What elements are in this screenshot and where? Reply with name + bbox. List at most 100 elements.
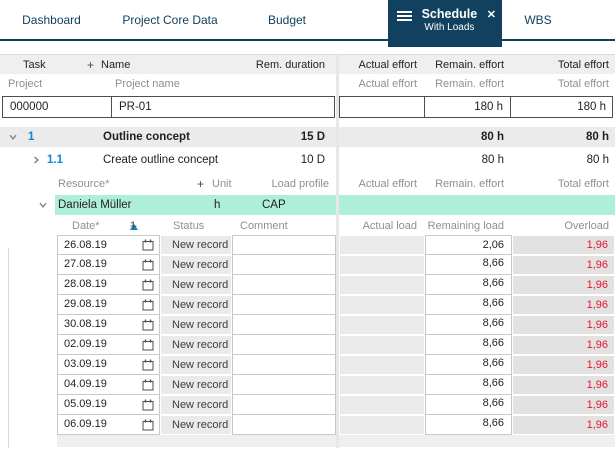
collapse-chevron-icon[interactable] — [8, 127, 18, 147]
overload-cell: 1,96 — [512, 295, 615, 315]
calendar-icon[interactable] — [142, 259, 154, 271]
status-cell: New record — [160, 355, 232, 375]
overload-cell: 1,96 — [512, 415, 615, 435]
calendar-icon[interactable] — [142, 319, 154, 331]
date-field[interactable]: 26.08.19 — [57, 235, 160, 255]
remaining-load-field[interactable]: 2,06 — [425, 235, 512, 255]
add-column-button[interactable]: + — [197, 175, 204, 194]
overload-cell: 1,96 — [512, 275, 615, 295]
date-field[interactable]: 28.08.19 — [57, 275, 160, 295]
load-row: 29.08.19 New record 8,66 1,96 — [0, 295, 615, 315]
load-row: 05.09.19 New record 8,66 1,96 — [0, 395, 615, 415]
tab-schedule[interactable]: Schedule With Loads ✕ — [388, 0, 502, 47]
calendar-icon[interactable] — [142, 419, 154, 431]
project-total-effort-field[interactable]: 180 h — [510, 96, 613, 118]
status-cell: New record — [160, 295, 232, 315]
comment-field[interactable] — [232, 415, 336, 435]
overload-cell: 1,96 — [512, 355, 615, 375]
load-row: 26.08.19 New record 2,06 1,96 — [0, 235, 615, 255]
tab-schedule-text: Schedule With Loads — [412, 7, 487, 34]
remaining-load-field[interactable]: 8,66 — [425, 395, 512, 415]
comment-field[interactable] — [232, 335, 336, 355]
calendar-icon[interactable] — [142, 359, 154, 371]
status-cell: New record — [160, 395, 232, 415]
tab-wbs[interactable]: WBS — [502, 0, 574, 39]
task-row: 1.1 Create outline concept 10 D 80 h 80 … — [0, 150, 615, 170]
tab-spacer — [337, 0, 388, 39]
date-value: 06.09.19 — [64, 418, 107, 430]
calendar-icon[interactable] — [142, 339, 154, 351]
remaining-load-field[interactable]: 8,66 — [425, 255, 512, 275]
comment-field[interactable] — [232, 395, 336, 415]
task-wbs-number: 1 — [28, 131, 35, 143]
overload-cell: 1,96 — [512, 395, 615, 415]
comment-field[interactable] — [232, 235, 336, 255]
comment-field[interactable] — [232, 255, 336, 275]
task-rem-duration: 10 D — [300, 154, 325, 166]
close-icon[interactable]: ✕ — [487, 8, 496, 21]
expand-chevron-icon[interactable] — [31, 150, 41, 170]
load-row: 30.08.19 New record 8,66 1,96 — [0, 315, 615, 335]
load-table-header: Date* 1 + Status Comment Actual load Rem… — [0, 218, 615, 235]
date-field[interactable]: 06.09.19 — [57, 415, 160, 435]
date-field[interactable]: 05.09.19 — [57, 395, 160, 415]
comment-field[interactable] — [232, 315, 336, 335]
resource-load-profile: CAP — [262, 199, 286, 211]
actual-load-cell — [339, 335, 425, 355]
column-header-resource: Resource* — [58, 178, 110, 190]
collapse-chevron-icon[interactable] — [38, 195, 48, 215]
date-value: 05.09.19 — [64, 398, 107, 410]
task-total-effort: 80 h — [586, 154, 609, 166]
project-remain-effort-field[interactable]: 180 h — [424, 96, 511, 118]
date-value: 03.09.19 — [64, 358, 107, 370]
remaining-load-field[interactable]: 8,66 — [425, 315, 512, 335]
remaining-load-field[interactable]: 8,66 — [425, 355, 512, 375]
column-group-divider — [336, 54, 339, 448]
column-header-actual-effort: Actual effort — [358, 59, 418, 71]
tab-dashboard[interactable]: Dashboard — [0, 0, 103, 39]
column-header-status: Status — [173, 220, 205, 232]
project-actual-effort-field[interactable] — [339, 96, 425, 118]
load-row: 02.09.19 New record 8,66 1,96 — [0, 335, 615, 355]
comment-field[interactable] — [232, 355, 336, 375]
comment-field[interactable] — [232, 275, 336, 295]
date-field[interactable]: 04.09.19 — [57, 375, 160, 395]
actual-load-cell — [339, 255, 425, 275]
calendar-icon[interactable] — [142, 239, 154, 251]
date-field[interactable]: 27.08.19 — [57, 255, 160, 275]
subheader-total-effort: Total effort — [557, 78, 609, 90]
resource-row-selected: Daniela Müller h CAP 80 h 80 h — [0, 195, 615, 215]
remaining-load-field[interactable]: 8,66 — [425, 335, 512, 355]
status-cell: New record — [160, 235, 232, 255]
calendar-icon[interactable] — [142, 299, 154, 311]
remaining-load-field[interactable]: 8,66 — [425, 415, 512, 435]
menu-icon[interactable] — [397, 11, 412, 21]
date-value: 04.09.19 — [64, 378, 107, 390]
date-field[interactable]: 02.09.19 — [57, 335, 160, 355]
task-actual-effort — [339, 150, 425, 170]
calendar-icon[interactable] — [142, 399, 154, 411]
comment-field[interactable] — [232, 375, 336, 395]
date-field[interactable]: 03.09.19 — [57, 355, 160, 375]
calendar-icon[interactable] — [142, 379, 154, 391]
remaining-load-field[interactable]: 8,66 — [425, 375, 512, 395]
date-field[interactable]: 29.08.19 — [57, 295, 160, 315]
tab-budget[interactable]: Budget — [237, 0, 337, 39]
task-row: 1 Outline concept 15 D 80 h 80 h — [0, 127, 615, 147]
column-header-task: Task — [23, 59, 46, 71]
date-field[interactable]: 30.08.19 — [57, 315, 160, 335]
hierarchy-guide-line — [8, 248, 9, 448]
remaining-load-field[interactable]: 8,66 — [425, 295, 512, 315]
calendar-icon[interactable] — [142, 279, 154, 291]
add-column-button[interactable]: + — [87, 55, 94, 75]
project-name-field[interactable]: PR-01 — [111, 96, 335, 118]
add-column-button[interactable]: + — [130, 218, 137, 235]
tab-project-core-data[interactable]: Project Core Data — [103, 0, 237, 39]
project-id-field[interactable]: 000000 — [2, 96, 112, 118]
subheader-project: Project — [8, 78, 43, 90]
overload-cell: 1,96 — [512, 235, 615, 255]
remaining-load-field[interactable]: 8,66 — [425, 275, 512, 295]
resource-name: Daniela Müller — [58, 199, 132, 211]
status-cell: New record — [160, 375, 232, 395]
comment-field[interactable] — [232, 295, 336, 315]
